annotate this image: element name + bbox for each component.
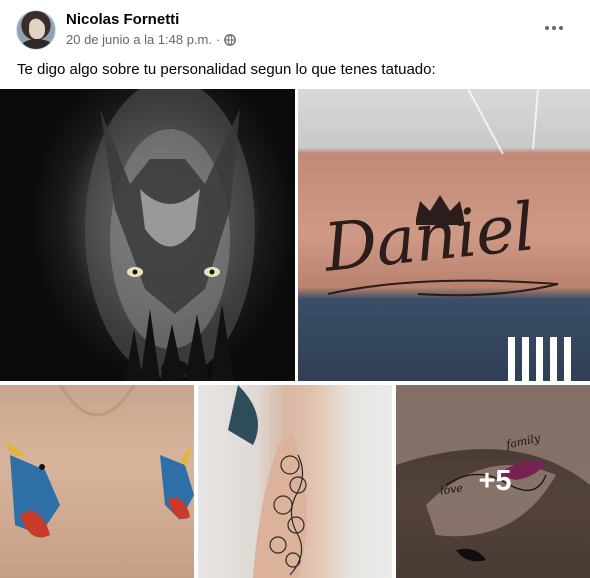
photo-infinity-tattoo[interactable]: family love +5 [396,385,590,578]
wolf-tattoo-art [85,89,255,381]
globe-icon[interactable] [224,33,237,46]
photo-floral-tattoo[interactable] [198,385,392,578]
avatar-face [29,20,45,39]
photo-daniel-tattoo[interactable]: Daniel [298,89,590,381]
more-dot [552,26,556,30]
more-photos-count[interactable]: +5 [396,385,590,578]
post-meta: 20 de junio a la 1:48 p.m. · [66,32,237,47]
more-options-button[interactable] [536,14,572,42]
avatar-shirt [21,39,53,49]
author-name[interactable]: Nicolas Fornetti [66,11,179,28]
photo-wolf-tattoo[interactable] [0,89,295,381]
avatar[interactable] [16,10,56,50]
post-text: Te digo algo sobre tu personalidad segun… [17,61,436,78]
swallow-bird-icon [5,385,194,538]
post-header: Nicolas Fornetti 20 de junio a la 1:48 p… [0,0,590,56]
more-horizontal-icon [545,26,549,30]
flower-icon [228,385,307,578]
photo-swallow-tattoo[interactable] [0,385,194,578]
more-dot [559,26,563,30]
meta-separator: · [216,32,221,47]
post-date[interactable]: 20 de junio a la 1:48 p.m. [66,32,212,47]
